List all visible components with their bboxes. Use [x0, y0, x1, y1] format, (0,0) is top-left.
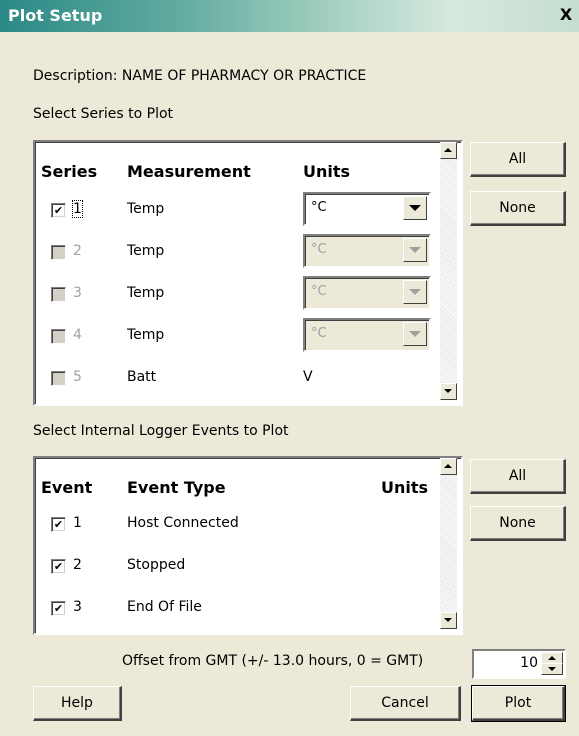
event-units-header: Units — [381, 478, 429, 497]
series-measurement: Batt — [127, 369, 157, 385]
event-header: Event — [41, 478, 93, 497]
events-scrollbar[interactable] — [440, 458, 457, 629]
event-type: Stopped — [127, 557, 186, 573]
measurement-header: Measurement — [127, 162, 251, 181]
series-units-select-1[interactable]: °C — [303, 192, 431, 226]
series-list: Series Measurement Units ✔ 1 Temp °C 2 T… — [33, 140, 463, 406]
series-measurement: Temp — [127, 327, 165, 343]
gmt-offset-value[interactable]: 10 — [520, 655, 538, 671]
plot-button[interactable]: Plot — [471, 685, 566, 722]
units-header: Units — [303, 162, 351, 181]
series-measurement: Temp — [127, 285, 165, 301]
decrement-icon[interactable] — [541, 663, 563, 675]
description-label: Description: NAME OF PHARMACY OR PRACTIC… — [33, 68, 367, 84]
chevron-down-icon[interactable] — [403, 322, 427, 346]
cancel-button[interactable]: Cancel — [350, 686, 461, 721]
series-header: Series — [41, 162, 98, 181]
scroll-up-icon[interactable] — [440, 142, 457, 159]
series-number: 1 — [72, 200, 83, 218]
series-number: 3 — [73, 285, 82, 301]
series-units-select-2[interactable]: °C — [303, 234, 431, 268]
gmt-offset-stepper[interactable]: 10 — [472, 649, 566, 679]
series-units-select-4[interactable]: °C — [303, 318, 431, 352]
chevron-down-icon[interactable] — [403, 238, 427, 262]
event-number: 2 — [73, 557, 82, 573]
gmt-offset-label: Offset from GMT (+/- 13.0 hours, 0 = GMT… — [122, 653, 424, 669]
units-value: °C — [311, 326, 327, 341]
help-button[interactable]: Help — [33, 686, 122, 721]
units-value: °C — [311, 200, 327, 215]
event-type: Host Connected — [127, 515, 239, 531]
series-section-label: Select Series to Plot — [33, 106, 174, 122]
series-measurement: Temp — [127, 243, 165, 259]
events-section-label: Select Internal Logger Events to Plot — [33, 423, 289, 439]
scroll-up-icon[interactable] — [440, 458, 457, 475]
event-checkbox-2[interactable]: ✔ — [51, 559, 66, 574]
chevron-down-icon[interactable] — [403, 280, 427, 304]
units-value: °C — [311, 242, 327, 257]
title-bar: Plot Setup X — [0, 0, 579, 32]
event-checkbox-3[interactable]: ✔ — [51, 601, 66, 616]
event-number: 3 — [73, 599, 82, 615]
window-title: Plot Setup — [8, 6, 103, 25]
series-checkbox-4[interactable] — [51, 329, 66, 344]
series-checkbox-1[interactable]: ✔ — [51, 203, 66, 218]
chevron-down-icon[interactable] — [403, 196, 427, 220]
units-value: °C — [311, 284, 327, 299]
events-none-button[interactable]: None — [470, 506, 566, 541]
series-checkbox-3[interactable] — [51, 287, 66, 302]
scroll-down-icon[interactable] — [440, 383, 457, 400]
event-type: End Of File — [127, 599, 202, 615]
series-none-button[interactable]: None — [470, 191, 566, 226]
series-number: 4 — [73, 327, 82, 343]
series-checkbox-2[interactable] — [51, 245, 66, 260]
event-type-header: Event Type — [127, 478, 226, 497]
scroll-down-icon[interactable] — [440, 612, 457, 629]
series-measurement: Temp — [127, 201, 165, 217]
event-checkbox-1[interactable]: ✔ — [51, 517, 66, 532]
series-all-button[interactable]: All — [470, 142, 566, 177]
series-units-text: V — [303, 369, 313, 385]
series-scrollbar[interactable] — [440, 142, 457, 400]
series-units-select-3[interactable]: °C — [303, 276, 431, 310]
events-list: Event Event Type Units ✔ 1 Host Connecte… — [33, 456, 463, 635]
events-all-button[interactable]: All — [470, 459, 566, 494]
event-number: 1 — [73, 515, 82, 531]
series-number: 5 — [73, 369, 82, 385]
series-number: 2 — [73, 243, 82, 259]
series-checkbox-5[interactable] — [51, 371, 66, 386]
stepper-buttons[interactable] — [541, 652, 563, 675]
close-button[interactable]: X — [555, 4, 577, 26]
